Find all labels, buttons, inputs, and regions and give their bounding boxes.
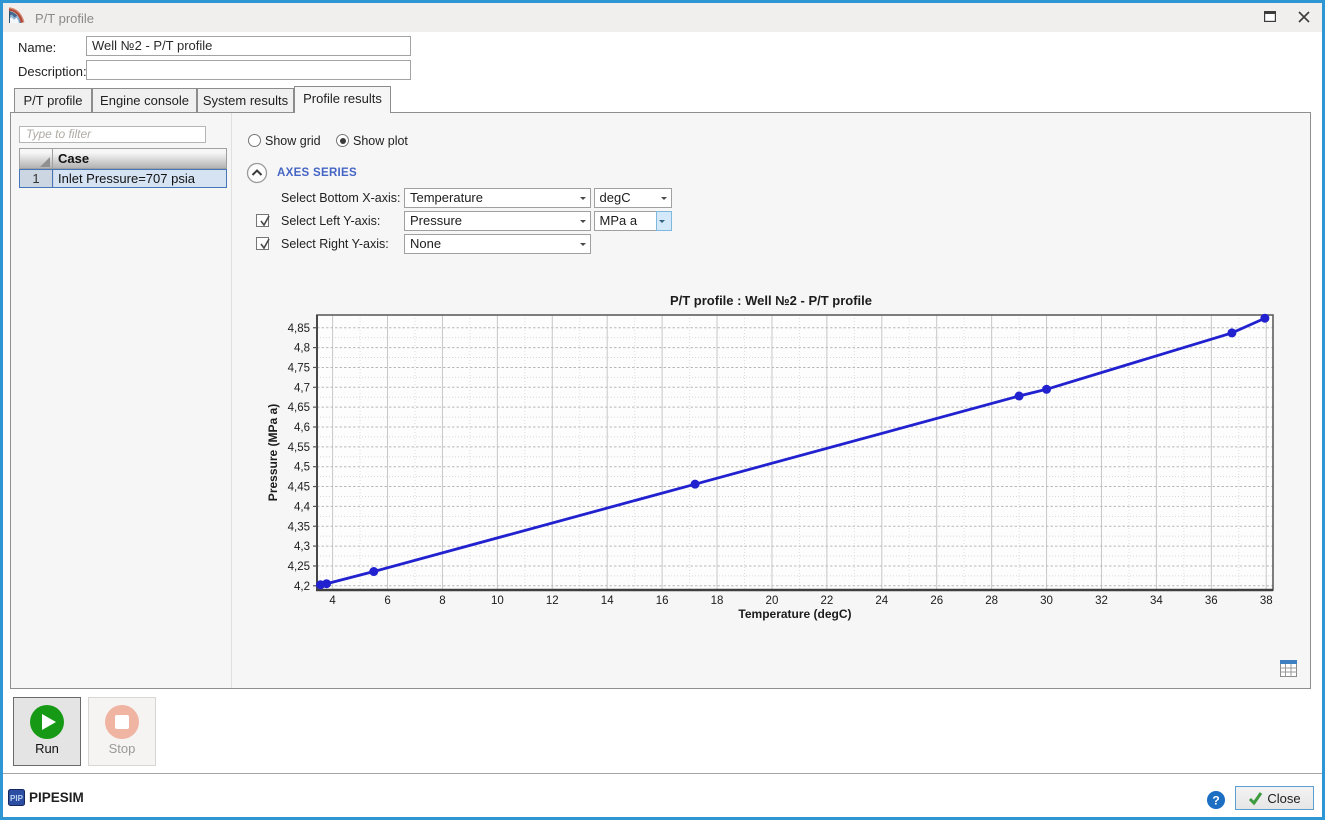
svg-text:36: 36 <box>1205 595 1218 607</box>
svg-text:4,7: 4,7 <box>294 382 310 394</box>
svg-text:4,8: 4,8 <box>294 343 310 355</box>
svg-text:?: ? <box>1212 794 1219 808</box>
svg-text:18: 18 <box>711 595 724 607</box>
svg-text:4,5: 4,5 <box>294 462 310 474</box>
svg-text:26: 26 <box>930 595 943 607</box>
svg-text:4,85: 4,85 <box>288 323 310 335</box>
svg-text:8: 8 <box>439 595 445 607</box>
svg-text:P/T profile : Well №2 - P/T pr: P/T profile : Well №2 - P/T profile <box>670 293 872 308</box>
svg-text:32: 32 <box>1095 595 1108 607</box>
svg-text:4,65: 4,65 <box>288 402 310 414</box>
svg-text:4,45: 4,45 <box>288 482 310 494</box>
svg-text:38: 38 <box>1260 595 1273 607</box>
svg-text:28: 28 <box>985 595 998 607</box>
svg-text:24: 24 <box>875 595 888 607</box>
svg-text:4,25: 4,25 <box>288 561 310 573</box>
svg-text:14: 14 <box>601 595 614 607</box>
svg-text:34: 34 <box>1150 595 1163 607</box>
svg-text:20: 20 <box>766 595 779 607</box>
svg-text:PIP: PIP <box>10 794 24 803</box>
svg-text:4,6: 4,6 <box>294 422 310 434</box>
svg-text:4,2: 4,2 <box>294 581 310 593</box>
svg-text:4,4: 4,4 <box>294 501 311 513</box>
svg-text:Pressure (MPa a): Pressure (MPa a) <box>266 404 280 501</box>
svg-text:4,35: 4,35 <box>288 521 310 533</box>
svg-text:22: 22 <box>820 595 833 607</box>
svg-text:10: 10 <box>491 595 504 607</box>
svg-text:4,75: 4,75 <box>288 362 310 374</box>
svg-text:Temperature (degC): Temperature (degC) <box>738 607 851 621</box>
svg-text:30: 30 <box>1040 595 1053 607</box>
svg-text:4: 4 <box>329 595 336 607</box>
svg-text:4,55: 4,55 <box>288 442 310 454</box>
svg-text:12: 12 <box>546 595 559 607</box>
svg-text:6: 6 <box>384 595 390 607</box>
svg-text:16: 16 <box>656 595 669 607</box>
svg-text:4,3: 4,3 <box>294 541 310 553</box>
